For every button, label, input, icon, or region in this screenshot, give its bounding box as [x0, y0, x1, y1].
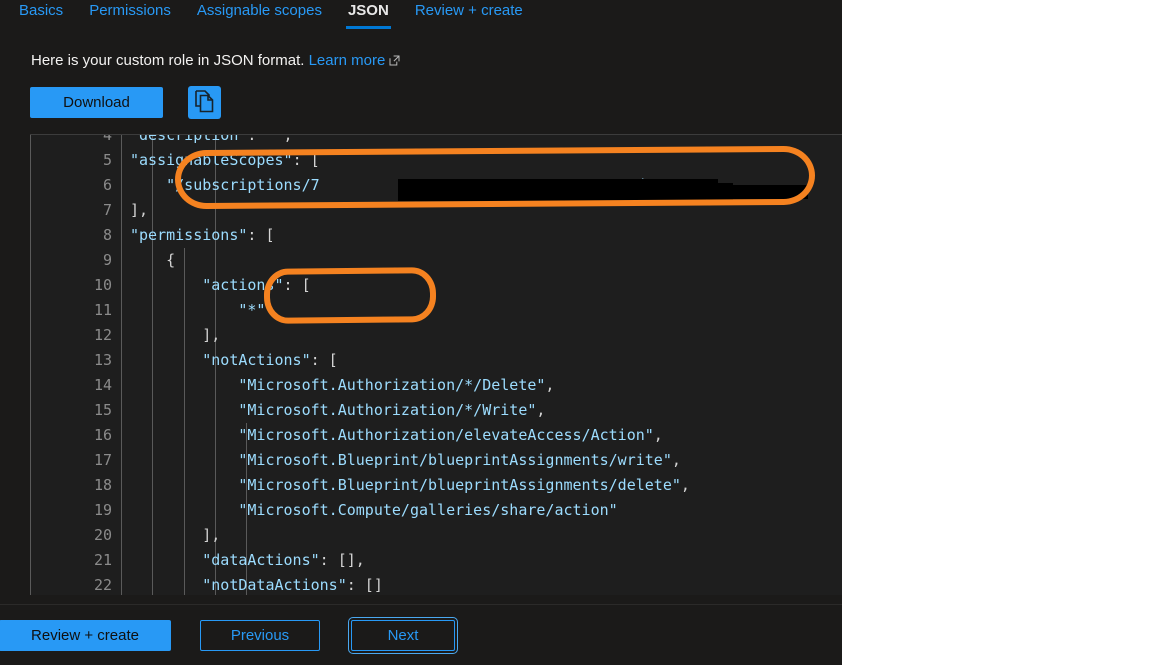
- review-create-button[interactable]: Review + create: [0, 620, 171, 651]
- code-text: {: [130, 251, 176, 269]
- code-line: 16 "Microsoft.Authorization/elevateAcces…: [30, 423, 842, 448]
- code-text: ],: [130, 326, 221, 344]
- code-line: 10 "actions": [: [30, 273, 842, 298]
- code-text: "Microsoft.Authorization/*/Write",: [238, 401, 546, 419]
- tab-json[interactable]: JSON: [335, 0, 402, 32]
- wizard-footer: Review + create Previous Next: [0, 604, 842, 665]
- code-text: ],: [130, 526, 221, 544]
- code-text: "permissions": [: [130, 226, 275, 244]
- code-text: "description": "",: [130, 134, 293, 144]
- code-content: 4 "description": "", 5 "assignableScopes": …: [30, 134, 842, 595]
- code-line: 12 ],: [30, 323, 842, 348]
- tab-basics[interactable]: Basics: [6, 0, 76, 32]
- code-line: 9 {: [30, 248, 842, 273]
- line-number: 14: [93, 376, 112, 394]
- json-editor[interactable]: 4 "description": "", 5 "assignableScopes": …: [30, 134, 842, 595]
- previous-button[interactable]: Previous: [200, 620, 320, 651]
- code-line: 7],: [30, 198, 842, 223]
- code-line: 22 "notDataActions": []: [30, 573, 842, 595]
- code-text: "notActions": [: [202, 351, 338, 369]
- code-line: 5 "assignableScopes": [: [30, 148, 842, 173]
- code-line: 4 "description": "",: [30, 134, 842, 148]
- screen: Basics Permissions Assignable scopes JSO…: [0, 0, 1152, 665]
- next-button[interactable]: Next: [348, 617, 458, 654]
- line-number: 17: [93, 451, 112, 469]
- code-text: "Microsoft.Blueprint/blueprintAssignment…: [238, 451, 681, 469]
- download-button[interactable]: Download: [30, 87, 163, 118]
- line-number: 12: [93, 326, 112, 344]
- line-number: 5: [102, 151, 112, 169]
- code-line: 13 "notActions": [: [30, 348, 842, 373]
- line-number: 20: [93, 526, 112, 544]
- code-text: "Microsoft.Authorization/elevateAccess/A…: [238, 426, 663, 444]
- line-number: 8: [102, 226, 112, 244]
- code-line: 19 "Microsoft.Compute/galleries/share/ac…: [30, 498, 842, 523]
- code-text: ],: [130, 201, 149, 219]
- line-number: 10: [93, 276, 112, 294]
- copy-button[interactable]: [188, 86, 221, 119]
- code-text: "assignableScopes": [: [130, 151, 320, 169]
- wizard-tab-bar: Basics Permissions Assignable scopes JSO…: [0, 0, 842, 34]
- intro-label: Here is your custom role in JSON format.: [31, 52, 305, 69]
- tab-review-create[interactable]: Review + create: [402, 0, 536, 32]
- line-number: 11: [93, 301, 112, 319]
- code-text: "Microsoft.Authorization/*/Delete",: [238, 376, 555, 394]
- redaction-bar: [720, 185, 808, 199]
- line-number: 6: [102, 176, 112, 194]
- code-text: "dataActions": [],: [202, 551, 365, 569]
- line-number: 13: [93, 351, 112, 369]
- code-line: 15 "Microsoft.Authorization/*/Write",: [30, 398, 842, 423]
- code-line: 8 "permissions": [: [30, 223, 842, 248]
- redaction-bar: [398, 183, 733, 201]
- code-text: "actions": [: [202, 276, 311, 294]
- line-number: 21: [93, 551, 112, 569]
- line-number: 18: [93, 476, 112, 494]
- copy-icon: [194, 89, 215, 116]
- line-number: 22: [93, 576, 112, 594]
- code-line: 20 ],: [30, 523, 842, 548]
- tab-permissions[interactable]: Permissions: [76, 0, 184, 32]
- line-number: 4: [102, 134, 112, 144]
- code-text: "Microsoft.Compute/galleries/share/actio…: [238, 501, 618, 519]
- custom-role-blade: Basics Permissions Assignable scopes JSO…: [0, 0, 842, 665]
- line-number: 19: [93, 501, 112, 519]
- line-number: 7: [102, 201, 112, 219]
- code-text: "Microsoft.Blueprint/blueprintAssignment…: [238, 476, 690, 494]
- line-number: 16: [93, 426, 112, 444]
- tab-assignable-scopes[interactable]: Assignable scopes: [184, 0, 335, 32]
- external-link-icon: [389, 52, 400, 72]
- code-text: "*": [238, 301, 266, 319]
- intro-text: Here is your custom role in JSON format.…: [31, 51, 400, 72]
- learn-more-link[interactable]: Learn more: [309, 52, 386, 69]
- code-line: 11 "*": [30, 298, 842, 323]
- code-line: 17 "Microsoft.Blueprint/blueprintAssignm…: [30, 448, 842, 473]
- code-line: 18 "Microsoft.Blueprint/blueprintAssignm…: [30, 473, 842, 498]
- line-number: 9: [102, 251, 112, 269]
- redaction-bar: [398, 179, 718, 184]
- code-line: 14 "Microsoft.Authorization/*/Delete",: [30, 373, 842, 398]
- code-line: 21 "dataActions": [],: [30, 548, 842, 573]
- code-text: "notDataActions": []: [202, 576, 383, 594]
- line-number: 15: [93, 401, 112, 419]
